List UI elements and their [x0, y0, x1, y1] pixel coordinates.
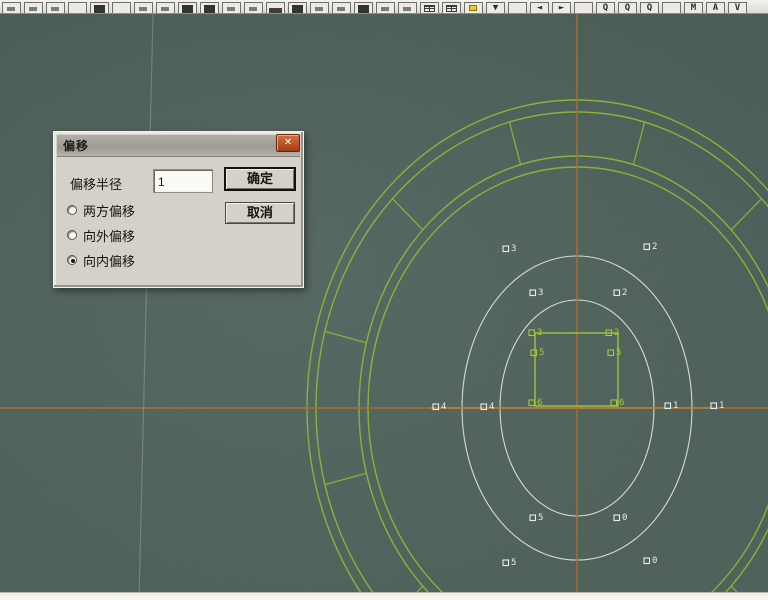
- toolbar-icon[interactable]: [90, 2, 109, 13]
- offset-dialog: 偏移 ✕ 偏移半径 确定 取消 两方偏移 向外偏移 向内偏移: [53, 131, 304, 288]
- close-button[interactable]: ✕: [276, 134, 300, 152]
- toolbar-icon[interactable]: [574, 2, 593, 13]
- toolbar-icon[interactable]: [134, 2, 153, 13]
- node-marker-square[interactable]: [528, 329, 536, 337]
- node-marker-label: 4: [489, 402, 494, 412]
- bezel-ellipse[interactable]: [358, 155, 768, 600]
- photo-crease: [138, 13, 154, 600]
- toolbar-icon[interactable]: [662, 2, 681, 13]
- node-marker-square[interactable]: [643, 243, 651, 251]
- bezel-tick[interactable]: [730, 198, 763, 231]
- bezel-ellipse[interactable]: [367, 166, 768, 600]
- bezel-tick[interactable]: [632, 121, 646, 165]
- toolbar-icon[interactable]: [376, 2, 395, 13]
- node-marker-label: 5: [511, 558, 516, 568]
- node-marker-label: 3: [537, 328, 542, 338]
- toolbar-icon[interactable]: [200, 2, 219, 13]
- offset-radius-label: 偏移半径: [70, 177, 123, 192]
- node-marker-label: 5: [616, 348, 621, 358]
- toolbar-icon[interactable]: [24, 2, 43, 13]
- bezel-tick[interactable]: [508, 121, 522, 165]
- toolbar-icon[interactable]: [288, 2, 307, 13]
- toolbar-icon[interactable]: [464, 2, 483, 13]
- toolbar-icon[interactable]: ◄: [530, 2, 549, 13]
- radio-outward-offset[interactable]: 向外偏移: [67, 228, 136, 244]
- dialog-title: 偏移: [63, 139, 90, 153]
- node-marker-square[interactable]: [643, 557, 651, 565]
- toolbar-icon[interactable]: M: [684, 2, 703, 13]
- toolbar-icon[interactable]: [68, 2, 87, 13]
- close-icon: ✕: [283, 137, 293, 148]
- toolbar-icon[interactable]: [2, 2, 21, 13]
- node-marker-label: 0: [622, 513, 627, 523]
- node-marker-square[interactable]: [613, 514, 621, 522]
- toolbar-icon[interactable]: Q: [596, 2, 615, 13]
- radio-label: 向外偏移: [83, 228, 136, 244]
- node-marker-label: 2: [652, 242, 657, 252]
- radio-icon[interactable]: [67, 255, 77, 265]
- node-marker-label: 5: [539, 348, 544, 358]
- toolbar: ▼ ◄ ► Q Q Q M A V: [0, 0, 768, 14]
- dialog-titlebar[interactable]: 偏移: [57, 135, 300, 157]
- node-marker-label: 6: [619, 398, 624, 408]
- toolbar-icon[interactable]: A: [706, 2, 725, 13]
- cancel-button[interactable]: 取消: [225, 202, 295, 224]
- bezel-ellipse[interactable]: [306, 99, 768, 600]
- toolbar-icon[interactable]: [442, 2, 461, 13]
- node-marker-square[interactable]: [607, 349, 615, 357]
- toolbar-icon[interactable]: [222, 2, 241, 13]
- toolbar-icon[interactable]: [332, 2, 351, 13]
- node-marker-square[interactable]: [613, 289, 621, 297]
- toolbar-icon[interactable]: [112, 2, 131, 13]
- toolbar-icon[interactable]: [310, 2, 329, 13]
- radio-label: 向内偏移: [83, 253, 136, 269]
- offset-radius-input[interactable]: [154, 170, 212, 192]
- node-marker-square[interactable]: [529, 289, 537, 297]
- node-marker-square[interactable]: [610, 399, 618, 407]
- bezel-tick[interactable]: [324, 330, 367, 344]
- radio-icon[interactable]: [67, 230, 77, 240]
- toolbar-icon[interactable]: [46, 2, 65, 13]
- radio-label: 两方偏移: [83, 203, 136, 219]
- node-marker-label: 3: [511, 244, 516, 254]
- ok-button[interactable]: 确定: [225, 168, 295, 190]
- toolbar-icon[interactable]: [156, 2, 175, 13]
- toolbar-icon[interactable]: [354, 2, 373, 13]
- node-marker-label: 3: [538, 288, 543, 298]
- photo-bottom-edge: [0, 592, 768, 600]
- toolbar-icon[interactable]: V: [728, 2, 747, 13]
- toolbar-icon[interactable]: Q: [618, 2, 637, 13]
- node-marker-label: 2: [614, 328, 619, 338]
- toolbar-icon[interactable]: ►: [552, 2, 571, 13]
- node-marker-label: 2: [622, 288, 627, 298]
- toolbar-icon[interactable]: [244, 2, 263, 13]
- toolbar-icon[interactable]: ▼: [486, 2, 505, 13]
- radio-icon[interactable]: [67, 205, 77, 215]
- node-marker-square[interactable]: [530, 349, 538, 357]
- radio-both-offset[interactable]: 两方偏移: [67, 203, 136, 219]
- toolbar-icon[interactable]: [266, 2, 285, 13]
- node-marker-square[interactable]: [502, 245, 510, 253]
- bezel-tick[interactable]: [324, 472, 367, 486]
- node-marker-label: 6: [537, 398, 542, 408]
- node-marker-square[interactable]: [529, 514, 537, 522]
- toolbar-icon[interactable]: Q: [640, 2, 659, 13]
- node-marker-label: 4: [441, 402, 446, 412]
- cad-drawing: 3 2 4 1 5 0 3 2 4 1 5 0 3 5 2 5 6 6: [0, 13, 768, 600]
- node-marker-label: 1: [673, 401, 678, 411]
- node-marker-square[interactable]: [528, 399, 536, 407]
- toolbar-icon[interactable]: [420, 2, 439, 13]
- toolbar-icon[interactable]: [178, 2, 197, 13]
- radio-inward-offset[interactable]: 向内偏移: [67, 253, 136, 269]
- bezel-tick[interactable]: [391, 198, 424, 231]
- node-marker-square[interactable]: [502, 559, 510, 567]
- toolbar-icon[interactable]: [508, 2, 527, 13]
- node-marker-label: 1: [719, 401, 724, 411]
- node-marker-label: 0: [652, 556, 657, 566]
- node-marker-label: 5: [538, 513, 543, 523]
- toolbar-icon[interactable]: [398, 2, 417, 13]
